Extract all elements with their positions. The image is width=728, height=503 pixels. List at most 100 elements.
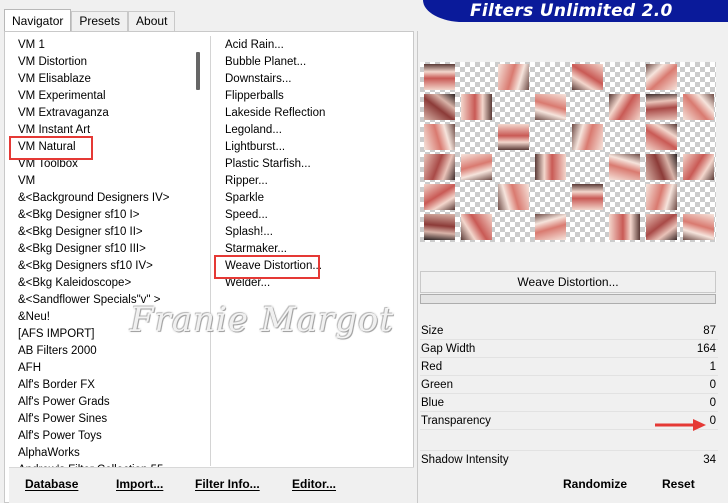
param-name: Transparency xyxy=(421,415,491,427)
red-arrow-icon xyxy=(655,419,706,431)
filter-item[interactable]: Lightburst... xyxy=(215,139,410,156)
category-item[interactable]: Alf's Power Toys xyxy=(9,428,209,445)
param-value: 0 xyxy=(709,397,716,409)
category-item[interactable]: Alf's Power Sines xyxy=(9,411,209,428)
category-item[interactable]: &<Background Designers IV> xyxy=(9,190,209,207)
filter-highlight-box xyxy=(214,255,320,279)
filter-item[interactable]: Plastic Starfish... xyxy=(215,156,410,173)
preview-tile xyxy=(424,94,455,120)
param-name: Size xyxy=(421,325,444,337)
filter-item[interactable]: Splash!... xyxy=(215,224,410,241)
preview-tile xyxy=(535,154,566,180)
preview-tile xyxy=(609,94,640,120)
param-name: Blue xyxy=(421,397,445,409)
preview-tile xyxy=(646,184,677,210)
param-value: 0 xyxy=(709,379,716,391)
category-item[interactable]: VM 1 xyxy=(9,37,209,54)
category-item[interactable]: &<Bkg Designer sf10 I> xyxy=(9,207,209,224)
preview-tile xyxy=(461,154,492,180)
category-item[interactable]: VM Elisablaze xyxy=(9,71,209,88)
filter-item[interactable]: Speed... xyxy=(215,207,410,224)
list-divider xyxy=(210,36,211,466)
preview-tile xyxy=(646,154,677,180)
preview-tile xyxy=(424,64,455,90)
param-value: 1 xyxy=(709,361,716,373)
filter-item[interactable]: Legoland... xyxy=(215,122,410,139)
category-item[interactable]: VM Distortion xyxy=(9,54,209,71)
param-row[interactable]: Gap Width 164 xyxy=(420,340,718,358)
randomize-button[interactable]: Randomize xyxy=(563,474,627,494)
category-item[interactable]: Alf's Power Grads xyxy=(9,394,209,411)
param-value: 0 xyxy=(709,415,716,427)
progress-bar xyxy=(420,294,716,304)
preview-tile xyxy=(498,124,529,150)
filter-item[interactable]: Downstairs... xyxy=(215,71,410,88)
preview-tile xyxy=(683,154,714,180)
param-value: 87 xyxy=(703,325,716,337)
preview-tile xyxy=(609,154,640,180)
filter-item[interactable]: Acid Rain... xyxy=(215,37,410,54)
param-row[interactable]: Size 87 xyxy=(420,322,718,340)
preview-tile xyxy=(498,184,529,210)
preview-tile xyxy=(646,94,677,120)
param-value: 164 xyxy=(696,343,716,355)
import-button[interactable]: Import... xyxy=(116,474,163,494)
preview-tile xyxy=(609,214,640,240)
category-item[interactable]: VM Extravaganza xyxy=(9,105,209,122)
filter-item[interactable]: Ripper... xyxy=(215,173,410,190)
category-item[interactable]: VM xyxy=(9,173,209,190)
preview-tile xyxy=(572,124,603,150)
preview-tile xyxy=(424,184,455,210)
editor-button[interactable]: Editor... xyxy=(292,474,336,494)
param-name: Gap Width xyxy=(421,343,476,355)
category-highlight-box xyxy=(9,136,93,160)
preview-tile xyxy=(572,64,603,90)
category-scrollbar-thumb[interactable] xyxy=(196,52,200,90)
param-row[interactable]: Red 1 xyxy=(420,358,718,376)
filter-item[interactable]: Bubble Planet... xyxy=(215,54,410,71)
param-row[interactable]: Blue 0 xyxy=(420,394,718,412)
tab-about[interactable]: About xyxy=(128,11,176,32)
preview-tile xyxy=(535,214,566,240)
param-name: Shadow Intensity xyxy=(421,454,509,466)
preview-tile xyxy=(424,214,455,240)
param-row[interactable]: Green 0 xyxy=(420,376,718,394)
app-title: Filters Unlimited 2.0 xyxy=(470,1,673,21)
category-item[interactable]: &<Bkg Kaleidoscope> xyxy=(9,275,209,292)
category-list[interactable]: VM 1 VM Distortion VM Elisablaze VM Experim… xyxy=(9,37,209,467)
database-button[interactable]: Database xyxy=(25,474,78,494)
param-name: Green xyxy=(421,379,453,391)
preview-tile xyxy=(424,154,455,180)
filter-name-display: Weave Distortion... xyxy=(420,271,716,293)
tab-navigator[interactable]: Navigator xyxy=(4,9,72,32)
preview-tile xyxy=(498,64,529,90)
preview-tile xyxy=(424,124,455,150)
preview-tile xyxy=(683,214,714,240)
param-name: Red xyxy=(421,361,443,373)
filter-list[interactable]: Acid Rain... Bubble Planet... Downstairs..… xyxy=(215,37,410,467)
preview-tile xyxy=(646,124,677,150)
param-row-shadow-intensity[interactable]: Shadow Intensity 34 xyxy=(420,450,718,468)
preview-tile xyxy=(461,214,492,240)
filter-item[interactable]: Sparkle xyxy=(215,190,410,207)
preview-tile xyxy=(572,184,603,210)
category-item[interactable]: AlphaWorks xyxy=(9,445,209,462)
preview-tile xyxy=(535,94,566,120)
parameter-list: Size 87 Gap Width 164 Red 1 Green 0 Blue 0 Transpa… xyxy=(420,322,718,430)
filter-item[interactable]: Lakeside Reflection xyxy=(215,105,410,122)
reset-button[interactable]: Reset xyxy=(662,474,695,494)
category-item[interactable]: &<Bkg Designers sf10 IV> xyxy=(9,258,209,275)
tab-presets[interactable]: Presets xyxy=(71,11,129,32)
preview-tile xyxy=(683,94,714,120)
preview-image xyxy=(420,62,716,242)
preview-tile xyxy=(646,64,677,90)
filter-item[interactable]: Flipperballs xyxy=(215,88,410,105)
category-item[interactable]: &<Bkg Designer sf10 II> xyxy=(9,224,209,241)
category-item[interactable]: Alf's Border FX xyxy=(9,377,209,394)
param-value: 34 xyxy=(703,454,716,466)
category-item[interactable]: &<Bkg Designer sf10 III> xyxy=(9,241,209,258)
watermark-signature: Franie Margot xyxy=(130,300,395,340)
category-item[interactable]: AFH xyxy=(9,360,209,377)
category-item[interactable]: VM Experimental xyxy=(9,88,209,105)
filter-info-button[interactable]: Filter Info... xyxy=(195,474,260,494)
